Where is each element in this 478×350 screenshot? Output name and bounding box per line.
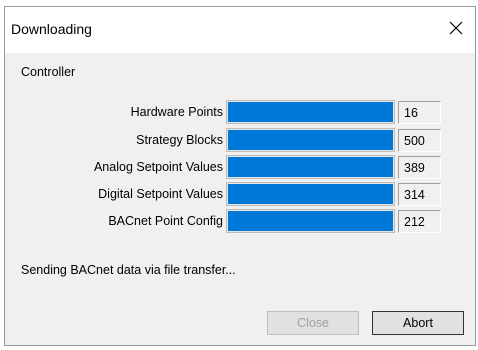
progress-bar [226, 182, 395, 206]
progress-fill [228, 130, 393, 150]
progress-bar [226, 128, 395, 152]
progress-fill [228, 157, 393, 177]
title-bar: Downloading [5, 7, 475, 53]
close-icon[interactable] [445, 17, 467, 39]
progress-row-label: Digital Setpoint Values [98, 187, 223, 201]
progress-fill [228, 102, 393, 122]
count-field: 314 [398, 183, 441, 206]
progress-bar [226, 100, 395, 124]
progress-bar [226, 155, 395, 179]
progress-row-bacnet-point-config: BACnet Point Config 212 [5, 209, 475, 235]
progress-row-strategy-blocks: Strategy Blocks 500 [5, 128, 475, 154]
status-message: Sending BACnet data via file transfer... [21, 263, 236, 277]
download-dialog: Downloading Controller Hardware Points 1… [4, 6, 476, 346]
progress-row-label: Hardware Points [130, 105, 223, 119]
progress-row-label: Strategy Blocks [136, 133, 223, 147]
count-field: 16 [398, 101, 441, 124]
progress-fill [228, 211, 393, 231]
count-field: 212 [398, 210, 441, 233]
progress-bar [226, 209, 395, 233]
window-title: Downloading [11, 21, 92, 37]
progress-row-analog-setpoint-values: Analog Setpoint Values 389 [5, 155, 475, 181]
progress-row-digital-setpoint-values: Digital Setpoint Values 314 [5, 182, 475, 208]
progress-fill [228, 184, 393, 204]
progress-row-hardware-points: Hardware Points 16 [5, 100, 475, 126]
progress-row-label: Analog Setpoint Values [93, 160, 223, 174]
section-label: Controller [21, 65, 76, 79]
count-field: 389 [398, 156, 441, 179]
abort-button[interactable]: Abort [372, 311, 464, 335]
progress-row-label: BACnet Point Config [108, 214, 223, 228]
close-button[interactable]: Close [267, 311, 359, 335]
count-field: 500 [398, 129, 441, 152]
